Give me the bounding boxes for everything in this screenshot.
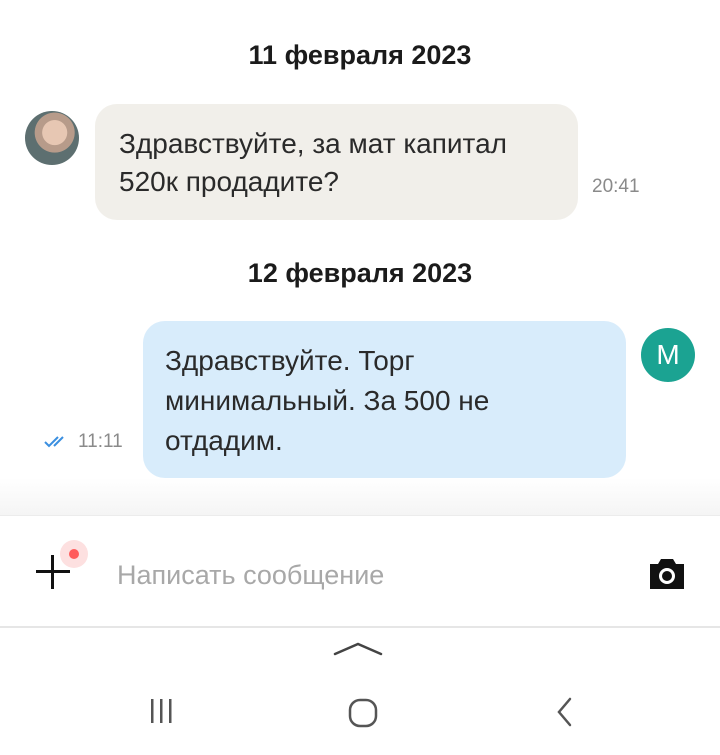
message-text-line: 520к продадите? xyxy=(119,166,339,197)
sender-avatar[interactable] xyxy=(25,111,79,165)
incoming-message-bubble[interactable]: Здравствуйте, за мат капитал 520к продад… xyxy=(95,104,578,220)
camera-icon[interactable] xyxy=(648,555,686,591)
chevron-up-icon[interactable] xyxy=(333,638,383,658)
message-time: 20:41 xyxy=(592,176,640,197)
outgoing-message-bubble[interactable]: Здравствуйте. Торг минимальный. За 500 н… xyxy=(143,321,626,478)
date-separator: 11 февраля 2023 xyxy=(248,40,472,70)
message-status: 11:11 xyxy=(44,431,123,453)
message-input[interactable]: Написать сообщение xyxy=(117,560,384,591)
recent-apps-icon[interactable] xyxy=(147,698,177,724)
message-text-line: Здравствуйте. Торг xyxy=(165,345,415,376)
notification-dot xyxy=(60,540,88,568)
message-text-line: минимальный. За 500 не xyxy=(165,385,490,416)
back-icon[interactable] xyxy=(552,696,578,728)
message-composer: Написать сообщение xyxy=(0,515,720,629)
message-text-line: отдадим. xyxy=(165,425,283,456)
message-list[interactable]: 11 февраля 2023 Здравствуйте, за мат кап… xyxy=(0,0,720,515)
composer-shadow xyxy=(0,478,720,518)
message-time: 11:11 xyxy=(78,431,123,452)
home-icon[interactable] xyxy=(348,698,378,728)
message-text-line: Здравствуйте, за мат капитал xyxy=(119,128,507,159)
double-check-icon xyxy=(44,436,64,448)
avatar-letter: M xyxy=(656,339,680,370)
own-avatar[interactable]: M xyxy=(641,328,695,382)
date-separator: 12 февраля 2023 xyxy=(247,258,473,288)
system-navigation-bar xyxy=(0,628,720,755)
